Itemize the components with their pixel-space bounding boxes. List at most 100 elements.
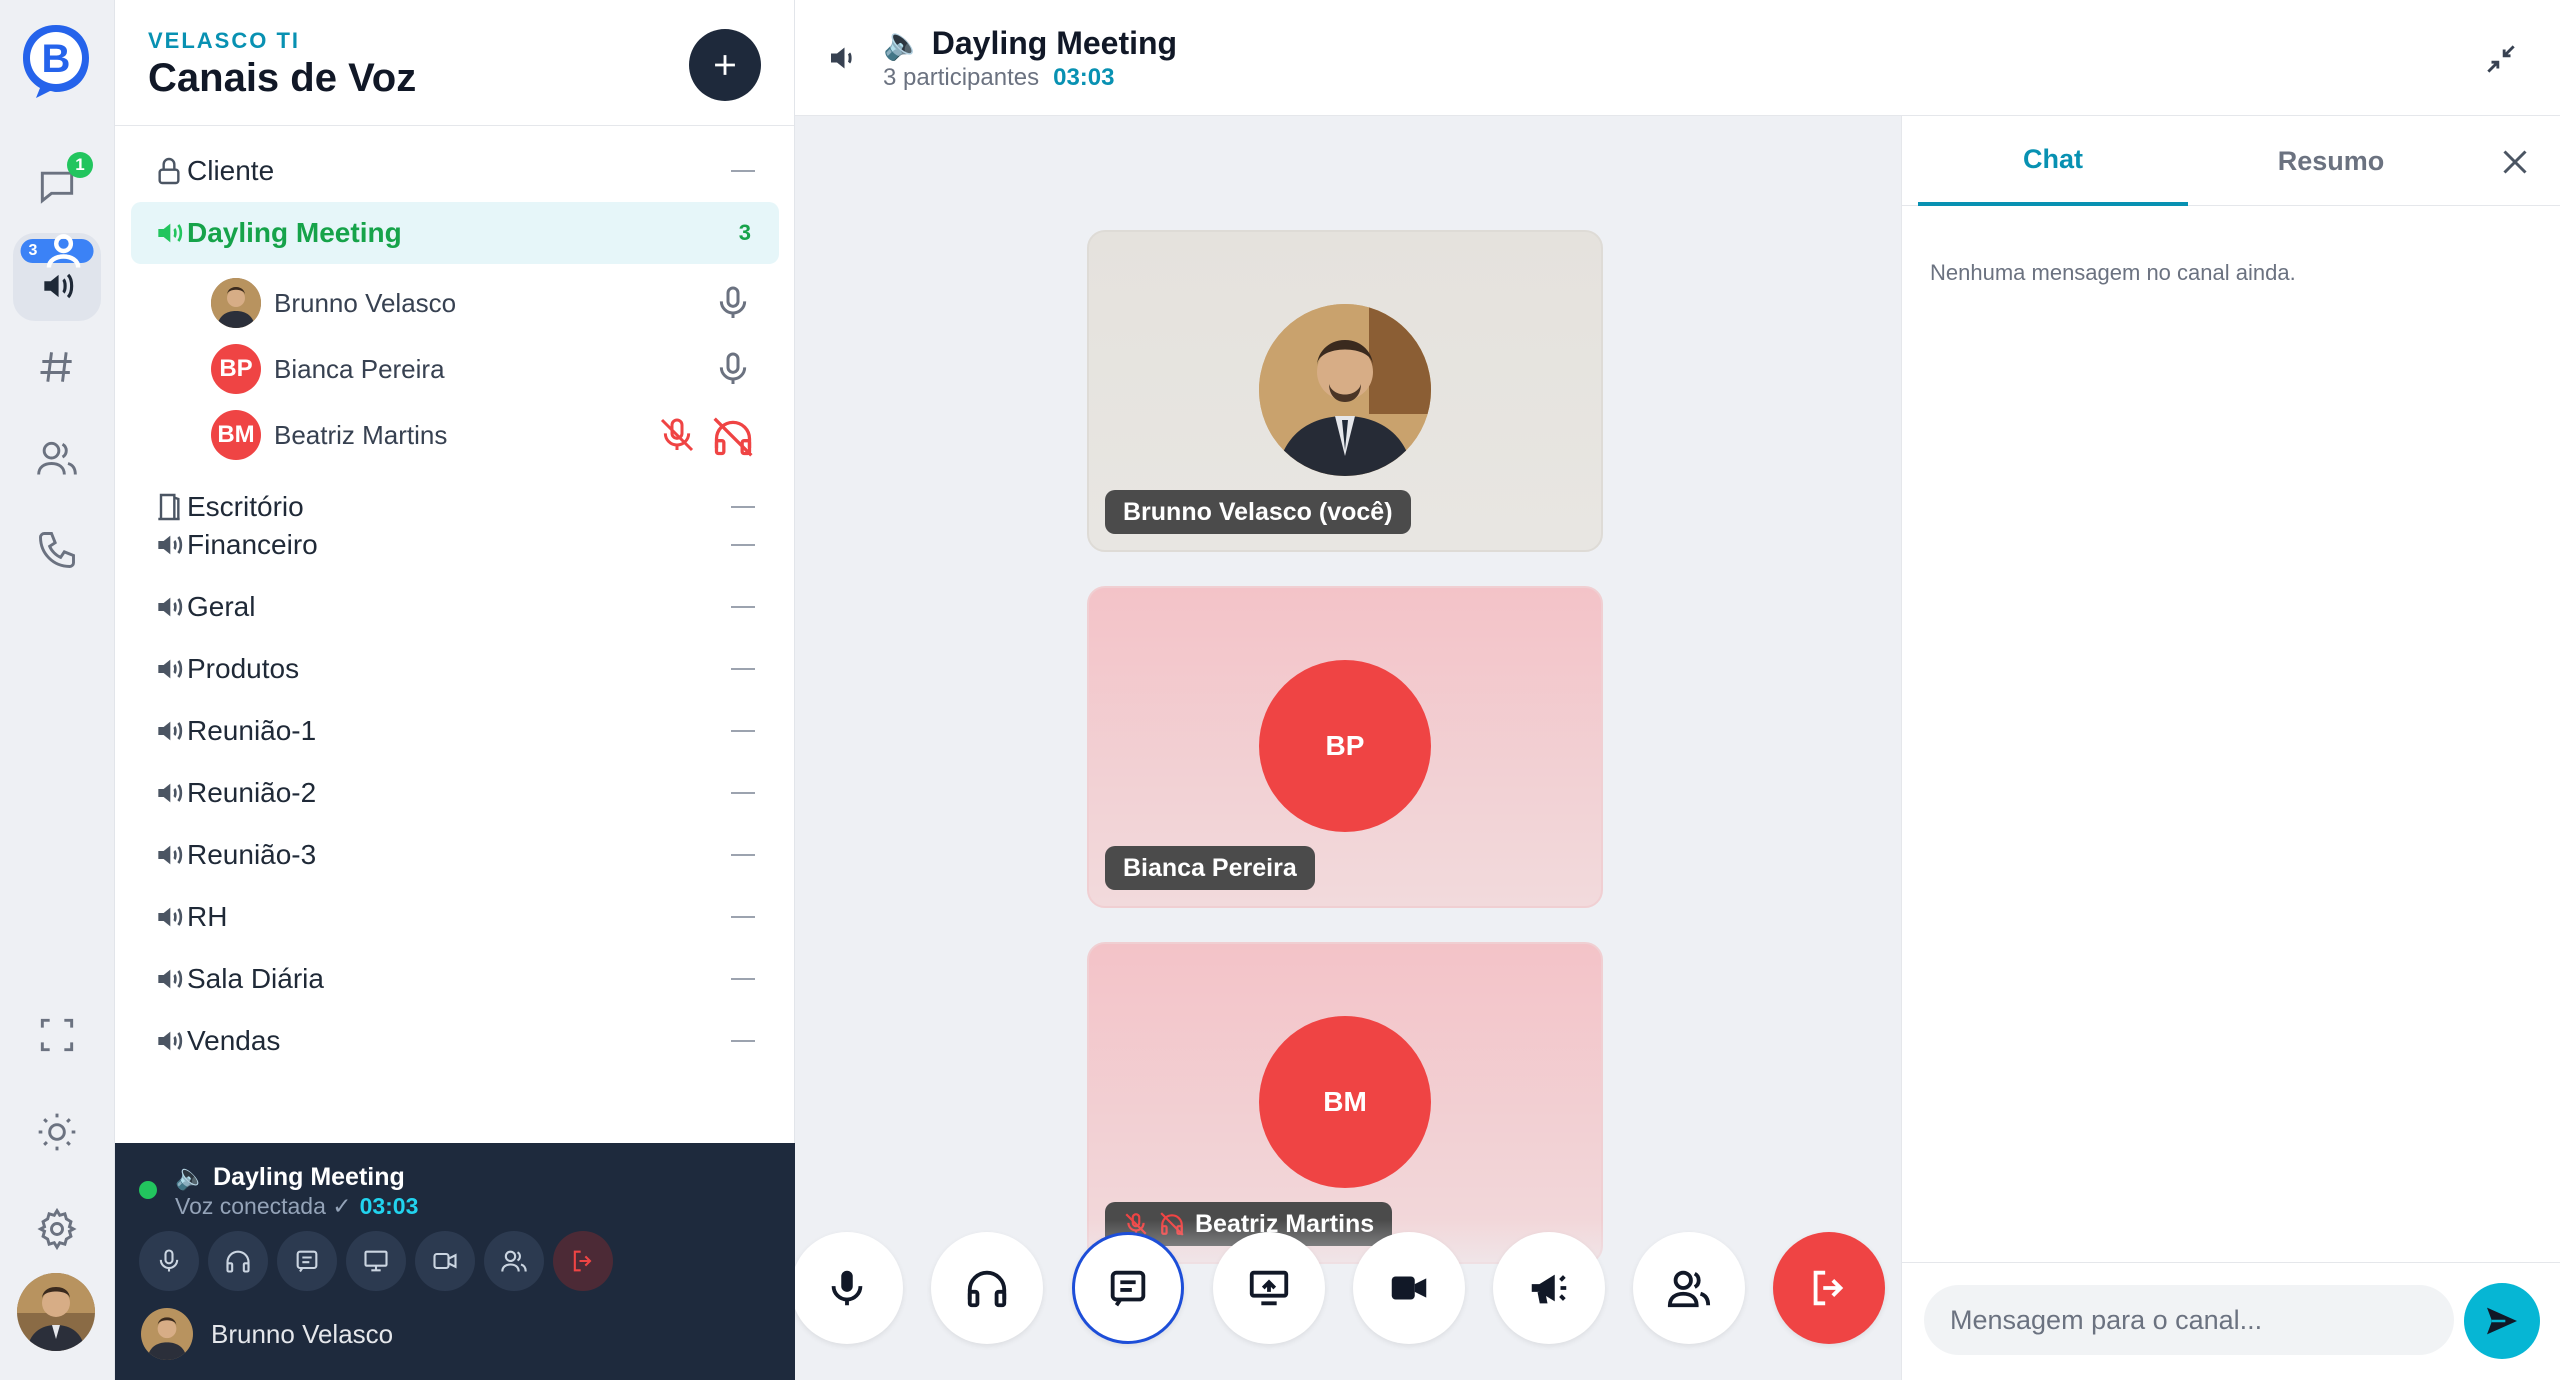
channel-item-rh[interactable]: RH <box>131 886 779 948</box>
voice-user-avatar <box>141 1308 193 1360</box>
participant-avatar <box>1259 304 1431 476</box>
headphones-icon <box>967 1270 1007 1308</box>
rail-chat-button[interactable]: 1 <box>13 142 101 230</box>
channel-item-reuniao-3[interactable]: Reunião-3 <box>131 824 779 886</box>
channel-item-reuniao-2[interactable]: Reunião-2 <box>131 762 779 824</box>
rail-voice-button[interactable]: 3 <box>13 233 101 321</box>
rail-channels-button[interactable] <box>13 323 101 411</box>
logo-icon: B <box>23 25 89 98</box>
mini-chat-button[interactable] <box>277 1231 337 1291</box>
current-user-avatar[interactable] <box>17 1273 95 1351</box>
screen-share-icon <box>1249 1270 1289 1306</box>
channel-item-financeiro[interactable]: Financeiro <box>131 514 779 576</box>
message-input[interactable] <box>1924 1285 2454 1355</box>
video-stage: Brunno Velasco (você) BP Bianca Pereira … <box>795 116 1901 1380</box>
channel-collapse-dash <box>731 792 755 794</box>
close-icon[interactable] <box>2497 144 2533 180</box>
member-avatar: BM <box>211 410 261 460</box>
chat-toggle-button[interactable] <box>1072 1232 1184 1344</box>
sun-icon <box>38 1113 76 1151</box>
meeting-header: 🔈 Dayling Meeting 3 participantes 03:03 <box>795 0 2560 116</box>
call-controls <box>795 1232 1901 1380</box>
share-screen-button[interactable] <box>1213 1232 1325 1344</box>
speaker-icon <box>831 47 852 69</box>
member-item[interactable]: BM Beatriz Martins <box>131 402 795 468</box>
message-icon <box>296 1250 318 1273</box>
headphones-icon <box>226 1250 250 1273</box>
channel-item-sala-diaria[interactable]: Sala Diária <box>131 948 779 1010</box>
rail-theme-button[interactable] <box>13 1088 101 1176</box>
leave-call-button[interactable] <box>1773 1232 1885 1344</box>
voice-count-badge: 3 <box>20 234 94 268</box>
channel-label: Reunião-3 <box>187 839 317 870</box>
participant-avatar: BP <box>1259 660 1431 832</box>
mini-headphones-button[interactable] <box>208 1231 268 1291</box>
send-button[interactable] <box>2464 1283 2540 1359</box>
hash-icon <box>40 352 72 382</box>
mic-muted-icon <box>660 418 694 452</box>
video-icon <box>1391 1276 1427 1300</box>
mini-screen-button[interactable] <box>346 1231 406 1291</box>
channel-item-dayling-meeting[interactable]: Dayling Meeting 3 <box>131 202 779 264</box>
mini-camera-button[interactable] <box>415 1231 475 1291</box>
monitor-icon <box>364 1250 388 1272</box>
announce-button[interactable] <box>1493 1232 1605 1344</box>
rail-settings-button[interactable] <box>13 1185 101 1273</box>
participant-label: Brunno Velasco (você) <box>1105 490 1411 534</box>
rail-contacts-button[interactable] <box>13 414 101 502</box>
voice-channel-title: 🔈 Dayling Meeting <box>175 1163 405 1191</box>
speaker-icon <box>158 597 183 617</box>
channel-label: Reunião-1 <box>187 715 317 746</box>
app-logo[interactable]: B <box>20 22 92 100</box>
member-name: Bianca Pereira <box>274 353 445 384</box>
channel-item-reuniao-1[interactable]: Reunião-1 <box>131 700 779 762</box>
channel-collapse-dash <box>731 506 755 508</box>
speaker-icon <box>158 845 183 865</box>
speaker-icon <box>158 535 183 555</box>
channel-label: Geral <box>187 591 256 622</box>
speaker-icon <box>158 783 183 803</box>
participant-tile[interactable]: Brunno Velasco (você) <box>1087 230 1603 552</box>
channel-label: Financeiro <box>187 529 318 560</box>
mini-leave-button[interactable] <box>553 1231 613 1291</box>
channel-collapse-dash <box>731 730 755 732</box>
fullscreen-icon <box>40 1018 74 1052</box>
rail-calls-button[interactable] <box>13 506 101 594</box>
chat-unread-badge: 1 <box>67 152 93 178</box>
member-item[interactable]: Brunno Velasco <box>131 270 795 336</box>
chat-tabs: Chat Resumo <box>1902 116 2560 206</box>
channel-panel: VELASCO TI Canais de Voz Cliente Dayling… <box>115 0 795 1380</box>
mini-participants-button[interactable] <box>484 1231 544 1291</box>
participant-tile[interactable]: BP Bianca Pereira <box>1087 586 1603 908</box>
channel-collapse-dash <box>731 544 755 546</box>
leave-icon <box>1813 1270 1844 1306</box>
speaker-icon <box>158 223 183 243</box>
rail-fullscreen-button[interactable] <box>13 991 101 1079</box>
participants-button[interactable] <box>1633 1232 1745 1344</box>
channel-collapse-dash <box>731 978 755 980</box>
member-item[interactable]: BP Bianca Pereira <box>131 336 795 402</box>
channel-item-produtos[interactable]: Produtos <box>131 638 779 700</box>
member-avatar <box>211 278 261 328</box>
participant-label: Bianca Pereira <box>1105 846 1315 890</box>
participant-tile[interactable]: BM Beatriz Martins <box>1087 942 1603 1264</box>
channel-members: Brunno Velasco BP Bianca Pereira BM Beat… <box>131 270 795 468</box>
minimize-icon[interactable] <box>2482 40 2520 78</box>
channel-collapse-dash <box>731 170 755 172</box>
channel-item-cliente[interactable]: Cliente <box>131 140 779 202</box>
mini-mic-button[interactable] <box>139 1231 199 1291</box>
chat-panel: Chat Resumo Nenhuma mensagem no canal ai… <box>1901 116 2560 1380</box>
camera-button[interactable] <box>1353 1232 1465 1344</box>
tab-resumo[interactable]: Resumo <box>2196 116 2466 206</box>
channel-item-vendas[interactable]: Vendas <box>131 1010 779 1072</box>
tab-chat[interactable]: Chat <box>1918 116 2188 206</box>
mic-icon <box>719 352 747 384</box>
add-channel-button[interactable] <box>689 29 761 101</box>
mic-button[interactable] <box>795 1232 903 1344</box>
headphones-button[interactable] <box>931 1232 1043 1344</box>
member-name: Beatriz Martins <box>274 419 448 450</box>
voice-user: Brunno Velasco <box>141 1308 393 1360</box>
chat-composer <box>1902 1262 2560 1380</box>
channel-item-geral[interactable]: Geral <box>131 576 779 638</box>
megaphone-icon <box>1531 1274 1567 1304</box>
